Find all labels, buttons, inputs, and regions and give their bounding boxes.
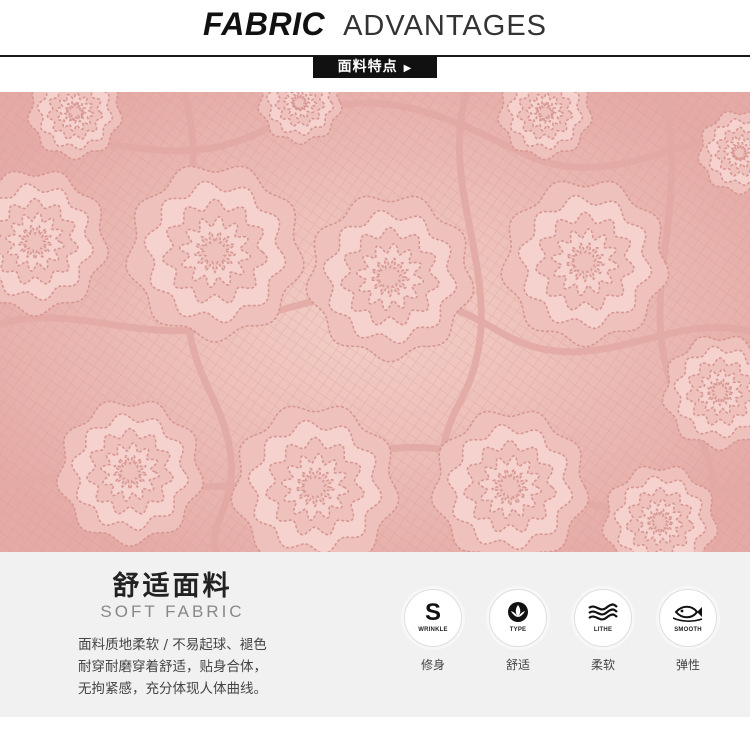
section-tab: 面料特点 ▶ bbox=[313, 56, 437, 78]
feature-smooth: SMOOTH 弹性 bbox=[656, 589, 720, 673]
description: 面料质地柔软 / 不易起球、褪色 耐穿耐磨穿着舒适，贴身合体， 无拘紧感，充分体… bbox=[0, 634, 345, 700]
lace-illustration bbox=[0, 92, 750, 552]
feature-wrinkle: S WRINKLE 修身 bbox=[401, 589, 465, 673]
section-tab-label: 面料特点 bbox=[337, 59, 398, 75]
feature-label: 修身 bbox=[420, 658, 445, 672]
feature-badge: TYPE bbox=[489, 589, 547, 647]
flower-type-icon bbox=[508, 602, 528, 622]
fish-smooth-icon bbox=[673, 605, 703, 622]
feature-label: 柔软 bbox=[590, 658, 615, 672]
feature-tag: SMOOTH bbox=[674, 627, 702, 633]
feature-badge: SMOOTH bbox=[659, 589, 717, 647]
feature-label: 弹性 bbox=[675, 658, 700, 672]
description-line: 面料质地柔软 / 不易起球、褪色 bbox=[78, 637, 267, 653]
description-line: 耐穿耐磨穿着舒适，贴身合体， bbox=[78, 659, 267, 675]
header: FABRIC ADVANTAGES 面料特点 ▶ bbox=[0, 0, 750, 92]
title-bold: FABRIC bbox=[202, 6, 326, 42]
svg-text:S: S bbox=[425, 599, 441, 626]
description-line: 无拘紧感，充分体现人体曲线。 bbox=[78, 681, 267, 697]
lace-fabric-photo bbox=[0, 92, 750, 552]
feature-tag: WRINKLE bbox=[418, 627, 448, 633]
title-light: ADVANTAGES bbox=[343, 10, 548, 42]
feature-badge: S WRINKLE bbox=[404, 589, 462, 647]
play-arrow-icon: ▶ bbox=[403, 63, 413, 74]
feature-tag: TYPE bbox=[509, 627, 527, 633]
section-heading: 舒适面料 bbox=[112, 571, 233, 602]
waves-lithe-icon bbox=[588, 603, 618, 621]
feature-type: TYPE 舒适 bbox=[486, 589, 550, 673]
feature-tag: LITHE bbox=[593, 627, 613, 633]
fabric-description: 舒适面料 SOFT FABRIC 面料质地柔软 / 不易起球、褪色 耐穿耐磨穿着… bbox=[0, 552, 345, 717]
feature-badge: LITHE bbox=[574, 589, 632, 647]
page-title: FABRIC ADVANTAGES bbox=[0, 6, 750, 43]
page-footer-space bbox=[0, 717, 750, 739]
feature-lithe: LITHE 柔软 bbox=[571, 589, 635, 673]
section-subheading: SOFT FABRIC bbox=[100, 602, 245, 621]
info-panel: 舒适面料 SOFT FABRIC 面料质地柔软 / 不易起球、褪色 耐穿耐磨穿着… bbox=[0, 552, 750, 717]
feature-label: 舒适 bbox=[505, 658, 530, 672]
wrinkle-s-icon: S bbox=[425, 599, 441, 626]
